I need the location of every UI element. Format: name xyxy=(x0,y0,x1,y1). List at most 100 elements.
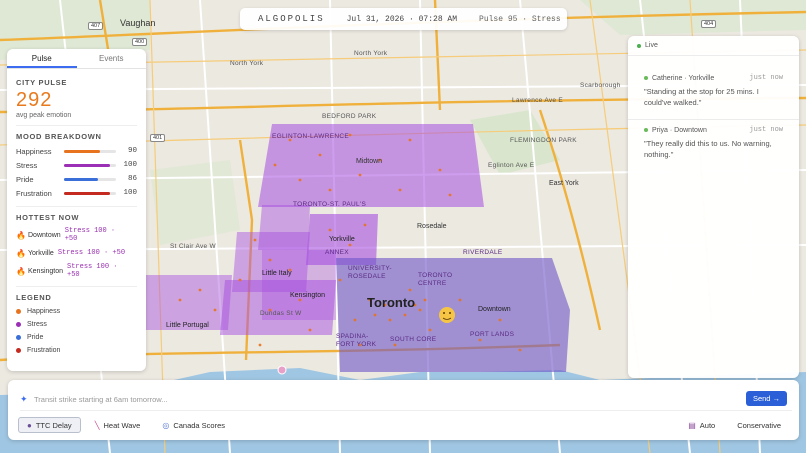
mood-bar-fill xyxy=(64,177,99,181)
highway-shield-404: 404 xyxy=(701,20,717,28)
map-label-north-york-2: North York xyxy=(354,50,388,57)
map-label-st-clair: St Clair Ave W xyxy=(170,243,216,250)
hottest-now-title: HOTTEST NOW xyxy=(16,213,80,222)
map-label-toronto-st-pauls: TORONTO-ST. PAUL'S xyxy=(293,201,367,208)
feed-post[interactable]: Priya · Downtown just now "They really d… xyxy=(628,120,799,172)
mode-select[interactable]: Conservative xyxy=(729,417,789,433)
scenario-input[interactable] xyxy=(34,395,792,404)
legend-item-happiness: Happiness xyxy=(16,305,137,318)
mood-row-pride: Pride 86 xyxy=(16,172,137,186)
map-label-kensington: Kensington xyxy=(290,292,326,299)
app-brand: ALGOPOLIS xyxy=(258,14,325,24)
divider xyxy=(16,286,137,287)
chip-label: Heat Wave xyxy=(103,420,141,430)
legend-item-frustration: Frustration xyxy=(16,344,137,357)
send-button[interactable]: Send → xyxy=(746,391,787,406)
map-label-midtown: Midtown xyxy=(356,158,383,165)
chip-label: Canada Scores xyxy=(173,420,226,430)
thermometer-icon: ╲ xyxy=(94,420,100,430)
live-indicator-icon xyxy=(637,43,641,48)
mood-bar xyxy=(64,163,116,167)
hottest-name: Yorkville xyxy=(28,249,54,257)
top-status-bar: ALGOPOLIS Jul 31, 2026 · 07:28 AM Pulse … xyxy=(240,8,567,30)
mood-label: Happiness xyxy=(16,146,52,156)
tab-pulse[interactable]: Pulse xyxy=(7,49,77,68)
mood-bar xyxy=(64,149,116,153)
divider xyxy=(16,206,137,207)
flame-icon: 🔥 xyxy=(16,266,26,276)
map-label-east-york: East York xyxy=(549,180,579,187)
map-label-scarborough: Scarborough xyxy=(580,82,621,89)
status-dot-icon xyxy=(644,76,648,80)
sparkle-icon: ✦ xyxy=(20,394,28,404)
map-label-toronto-centre: TORONTO CENTRE xyxy=(418,272,453,287)
mode-controls: ▤ Auto Conservative xyxy=(680,417,789,433)
map-label-yorkville: Yorkville xyxy=(329,236,355,243)
flame-icon: 🔥 xyxy=(16,230,26,240)
chip-canada-scores[interactable]: ◎ Canada Scores xyxy=(154,417,233,433)
preset-chips: ● TTC Delay ╲ Heat Wave ◎ Canada Scores xyxy=(18,417,239,433)
mood-value: 90 xyxy=(127,147,137,155)
map-label-spadina-fort-york: SPADINA-FORT YORK xyxy=(336,333,377,348)
map-label-south-core: SOUTH CORE xyxy=(390,336,437,343)
map-label-vaughan: Vaughan xyxy=(120,18,156,28)
post-message: "They really did this to us. No warning,… xyxy=(644,139,772,159)
auto-icon: ▤ xyxy=(688,420,696,430)
map-label-annex: ANNEX xyxy=(325,249,349,256)
mood-bar-fill xyxy=(64,163,110,167)
post-time: just now xyxy=(749,74,783,82)
map-label-lawrence-ave: Lawrence Ave E xyxy=(512,97,564,104)
post-author: Catherine · Yorkville xyxy=(652,74,715,82)
map-label-downtown: Downtown xyxy=(478,306,511,313)
post-header: Priya · Downtown just now xyxy=(644,126,783,134)
hottest-item[interactable]: 🔥 Yorkville Stress 100 · +50 xyxy=(16,244,137,262)
globe-icon: ◎ xyxy=(162,420,170,430)
mood-row-frustration: Frustration 100 xyxy=(16,186,137,200)
hottest-name: Kensington xyxy=(28,267,64,275)
auto-toggle[interactable]: ▤ Auto xyxy=(680,417,723,433)
highway-shield-400: 400 xyxy=(132,38,148,46)
map-label-eglinton-ave: Eglinton Ave E xyxy=(488,162,535,169)
post-header: Catherine · Yorkville just now xyxy=(644,74,783,82)
mood-value: 100 xyxy=(123,189,137,197)
scenario-input-row: ✦ Send → xyxy=(20,389,792,411)
map-label-eglinton-lawrence: EGLINTON-LAWRENCE xyxy=(272,133,349,140)
highway-shield-401: 401 xyxy=(150,134,166,142)
live-label: Live xyxy=(645,42,658,49)
mood-label: Frustration xyxy=(16,188,52,198)
map-label-little-portugal: Little Portugal xyxy=(166,322,209,329)
post-message: "Standing at the stop for 25 mins. I cou… xyxy=(644,87,759,107)
city-pulse-title: CITY PULSE xyxy=(16,78,68,87)
legend-label: Frustration xyxy=(27,347,61,354)
hottest-item[interactable]: 🔥 Downtown Stress 100 · +50 xyxy=(16,226,137,244)
chip-heat-wave[interactable]: ╲ Heat Wave xyxy=(87,417,149,433)
map-label-riverdale: RIVERDALE xyxy=(463,249,503,256)
mood-row-stress: Stress 100 xyxy=(16,158,137,172)
mood-value: 86 xyxy=(127,175,137,183)
mood-value: 100 xyxy=(123,161,137,169)
flame-icon: 🔥 xyxy=(16,248,26,258)
mood-breakdown-title: MOOD BREAKDOWN xyxy=(16,132,102,141)
status-dot-icon xyxy=(644,128,648,132)
hottest-stat: Stress 100 · +50 xyxy=(64,227,116,243)
mood-row-happiness: Happiness 90 xyxy=(16,144,137,158)
hottest-item[interactable]: 🔥 Kensington Stress 100 · +50 xyxy=(16,262,137,280)
legend-title: LEGEND xyxy=(16,293,52,302)
mood-bar xyxy=(64,191,116,195)
tab-events[interactable]: Events xyxy=(77,49,147,68)
legend-dot xyxy=(16,348,21,353)
map-label-dundas-st: Dundas St W xyxy=(260,310,302,317)
scenario-input-panel: ✦ Send → ● TTC Delay ╲ Heat Wave ◎ Canad… xyxy=(8,380,799,440)
legend-dot xyxy=(16,322,21,327)
legend-item-stress: Stress xyxy=(16,318,137,331)
feed-post[interactable]: Catherine · Yorkville just now "Standing… xyxy=(628,68,799,120)
legend-dot xyxy=(16,309,21,314)
live-feed-panel: Live Catherine · Yorkville just now "Sta… xyxy=(628,36,799,378)
legend-label: Happiness xyxy=(27,308,61,315)
chip-ttc-delay[interactable]: ● TTC Delay xyxy=(18,417,81,433)
mood-label: Pride xyxy=(16,174,34,184)
hottest-name: Downtown xyxy=(28,231,61,239)
map-label-rosedale: Rosedale xyxy=(417,223,447,230)
post-author: Priya · Downtown xyxy=(652,126,707,134)
legend-label: Stress xyxy=(27,321,47,328)
